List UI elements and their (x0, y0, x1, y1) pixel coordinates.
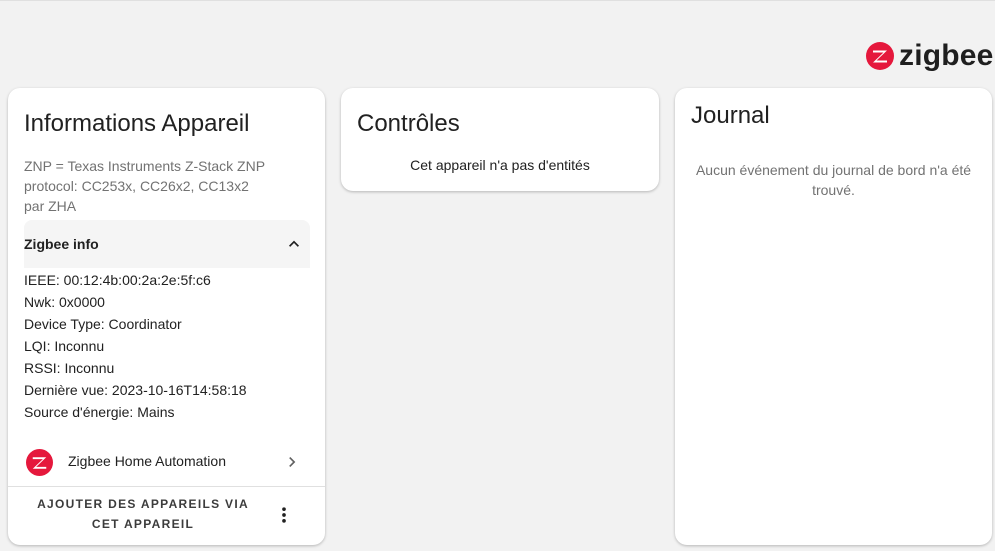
logbook-empty-text: Aucun événement du journal de bord n'a é… (695, 162, 972, 198)
zigbee-brand: zigbee (866, 40, 994, 72)
zigbee-info-last-seen: Dernière vue: 2023-10-16T14:58:18 (24, 382, 247, 398)
device-description-line: ZNP = Texas Instruments Z-Stack ZNP (24, 158, 266, 174)
zigbee-logo-icon (866, 42, 894, 70)
zigbee-info-nwk: Nwk: 0x0000 (24, 294, 105, 310)
device-description-line: par ZHA (24, 198, 77, 214)
add-devices-label-line1: AJOUTER DES APPAREILS VIA (37, 497, 249, 511)
controls-empty-text: Cet appareil n'a pas d'entités (410, 157, 590, 173)
zigbee-info-lqi: LQI: Inconnu (24, 338, 105, 354)
zigbee-info-list: IEEE: 00:12:4b:00:2a:2e:5f:c6 Nwk: 0x000… (24, 269, 247, 423)
zigbee-info-device-type: Device Type: Coordinator (24, 316, 182, 332)
card-actions-divider (8, 486, 325, 487)
device-description: ZNP = Texas Instruments Z-Stack ZNP prot… (24, 156, 304, 216)
zigbee-info-expander[interactable]: Zigbee info (24, 220, 310, 268)
device-info-card: Informations Appareil ZNP = Texas Instru… (8, 88, 325, 545)
logbook-card: Journal Aucun événement du journal de bo… (675, 88, 992, 545)
integration-label: Zigbee Home Automation (68, 453, 226, 469)
chevron-right-icon (289, 457, 296, 467)
zigbee-info-power-source: Source d'énergie: Mains (24, 404, 175, 420)
logbook-title: Journal (691, 102, 770, 129)
add-devices-via-this-device-button[interactable]: AJOUTER DES APPAREILS VIA CET APPAREIL (28, 494, 258, 538)
zigbee-info-label: Zigbee info (24, 236, 99, 252)
controls-card: Contrôles Cet appareil n'a pas d'entités (341, 88, 659, 191)
controls-title: Contrôles (357, 110, 460, 137)
top-border (0, 0, 995, 1)
add-devices-label-line2: CET APPAREIL (91, 517, 195, 531)
zigbee-info-ieee: IEEE: 00:12:4b:00:2a:2e:5f:c6 (24, 272, 211, 288)
more-vertical-icon[interactable] (274, 505, 294, 525)
device-info-title: Informations Appareil (24, 110, 250, 137)
chevron-up-icon (289, 240, 299, 247)
integration-link-zha[interactable]: Zigbee Home Automation (8, 440, 325, 484)
zigbee-logo-icon (26, 449, 53, 476)
brand-name: zigbee (899, 39, 994, 72)
zigbee-info-rssi: RSSI: Inconnu (24, 360, 115, 376)
device-description-line: protocol: CC253x, CC26x2, CC13x2 (24, 178, 249, 194)
